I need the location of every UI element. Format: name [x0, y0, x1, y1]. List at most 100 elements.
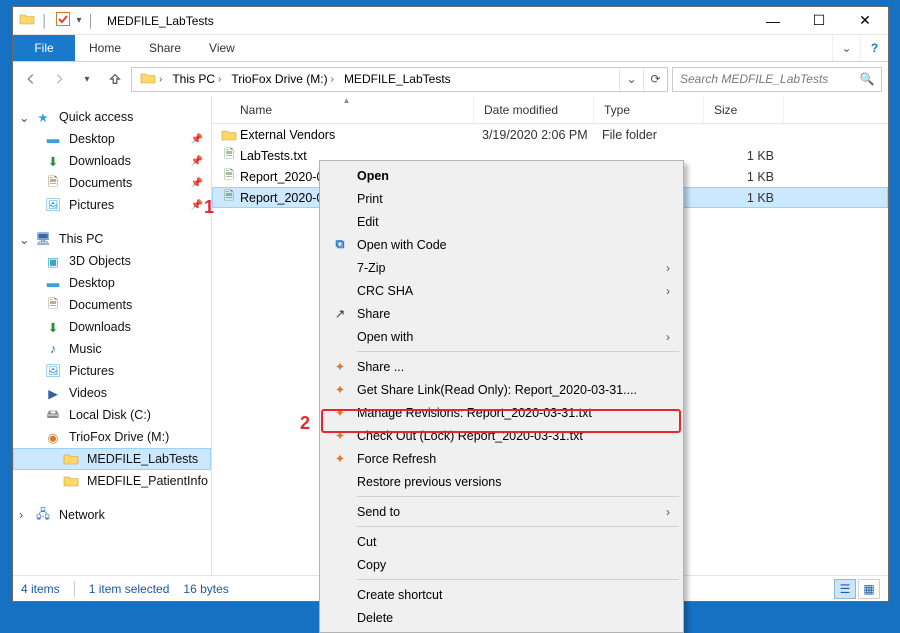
col-size[interactable]: Size: [704, 96, 784, 123]
txt-icon: 🗎: [220, 166, 238, 187]
col-name[interactable]: Name ▲: [212, 96, 474, 123]
back-button[interactable]: [19, 67, 43, 91]
ctx-tf-revisions[interactable]: ✦Manage Revisions: Report_2020-03-31.txt: [323, 401, 680, 424]
crumb-drive[interactable]: TrioFox Drive (M:)›: [227, 72, 338, 86]
sep-icon: │: [88, 14, 96, 28]
annotation-two: 2: [300, 413, 310, 434]
pc-icon: 🖥: [35, 231, 51, 247]
ctx-print[interactable]: Print: [323, 187, 680, 210]
network-header[interactable]: › 🖧 Network: [13, 504, 211, 526]
ctx-restore[interactable]: Restore previous versions: [323, 470, 680, 493]
ctx-tf-share[interactable]: ✦Share ...: [323, 355, 680, 378]
folder-icon: [140, 70, 156, 89]
triofox-icon: ✦: [331, 358, 349, 376]
chevron-right-icon[interactable]: ›: [19, 508, 23, 522]
this-pc-header[interactable]: ⌄ 🖥 This PC: [13, 228, 211, 250]
nav-row: ▾ › This PC› TrioFox Drive (M:)› MEDFILE…: [13, 62, 888, 96]
ctx-tf-refresh[interactable]: ✦Force Refresh: [323, 447, 680, 470]
pc-triofox-drive[interactable]: ◉TrioFox Drive (M:): [13, 426, 211, 448]
annotation-one: 1: [204, 197, 214, 218]
up-button[interactable]: [103, 67, 127, 91]
triofox-icon: ✦: [331, 381, 349, 399]
ctx-tf-link[interactable]: ✦Get Share Link(Read Only): Report_2020-…: [323, 378, 680, 401]
view-icons-button[interactable]: ▦: [858, 579, 880, 599]
tab-share[interactable]: Share: [135, 35, 195, 61]
pc-music[interactable]: ♪Music: [13, 338, 211, 360]
search-placeholder: Search MEDFILE_LabTests: [677, 72, 857, 86]
file-tab-button[interactable]: File: [13, 35, 75, 61]
qa-documents[interactable]: 🗎Documents📌: [13, 172, 211, 194]
ctx-open[interactable]: Open: [323, 164, 680, 187]
txt-icon: 🗎: [220, 145, 238, 166]
ctx-open-code[interactable]: ⧉Open with Code: [323, 233, 680, 256]
star-icon: ★: [35, 109, 51, 125]
status-selected: 1 item selected: [89, 582, 170, 596]
dropdown-icon[interactable]: ▾: [77, 15, 82, 26]
chevron-down-icon[interactable]: ⌄: [19, 232, 29, 247]
share-icon: ↗: [331, 305, 349, 323]
triofox-icon: ✦: [331, 450, 349, 468]
qa-pictures[interactable]: 🖼Pictures📌: [13, 194, 211, 216]
pc-local-disk[interactable]: 🖴Local Disk (C:): [13, 404, 211, 426]
column-headers: Name ▲ Date modified Type Size: [212, 96, 888, 124]
ctx-crcsha[interactable]: CRC SHA›: [323, 279, 680, 302]
view-details-button[interactable]: ☰: [834, 579, 856, 599]
ribbon-tabs: File Home Share View ⌄ ?: [13, 35, 888, 62]
maximize-button[interactable]: ☐: [796, 7, 842, 35]
pc-downloads[interactable]: ⬇Downloads: [13, 316, 211, 338]
chevron-right-icon: ›: [666, 284, 670, 298]
qa-desktop[interactable]: ▬Desktop📌: [13, 128, 211, 150]
file-row-folder[interactable]: External Vendors 3/19/2020 2:06 PM File …: [212, 124, 888, 145]
ctx-send-to[interactable]: Send to›: [323, 500, 680, 523]
ctx-cut[interactable]: Cut: [323, 530, 680, 553]
pc-documents[interactable]: 🗎Documents: [13, 294, 211, 316]
close-button[interactable]: ✕: [842, 7, 888, 35]
network-icon: 🖧: [35, 507, 51, 523]
ctx-copy[interactable]: Copy: [323, 553, 680, 576]
help-icon[interactable]: ?: [860, 35, 888, 61]
recent-dropdown-icon[interactable]: ▾: [75, 67, 99, 91]
ctx-tf-checkout[interactable]: ✦Check Out (Lock) Report_2020-03-31.txt: [323, 424, 680, 447]
refresh-icon[interactable]: ⟳: [643, 68, 667, 91]
pin-icon: 📌: [191, 134, 203, 145]
address-bar[interactable]: › This PC› TrioFox Drive (M:)› MEDFILE_L…: [131, 67, 668, 92]
checkbox-icon[interactable]: [55, 11, 71, 30]
txt-icon: 🗎: [220, 187, 238, 208]
triofox-icon: ✦: [331, 427, 349, 445]
pin-icon: 📌: [191, 200, 203, 211]
pc-desktop[interactable]: ▬Desktop: [13, 272, 211, 294]
search-icon[interactable]: 🔍: [857, 72, 877, 86]
status-count: 4 items: [21, 582, 60, 596]
qa-downloads[interactable]: ⬇Downloads📌: [13, 150, 211, 172]
pc-3d[interactable]: ▣3D Objects: [13, 250, 211, 272]
ctx-edit[interactable]: Edit: [323, 210, 680, 233]
nav-medfile-labtests[interactable]: MEDFILE_LabTests: [13, 448, 211, 470]
col-date[interactable]: Date modified: [474, 96, 594, 123]
crumb-this-pc[interactable]: This PC›: [168, 72, 225, 86]
search-box[interactable]: Search MEDFILE_LabTests 🔍: [672, 67, 882, 92]
ctx-open-with[interactable]: Open with›: [323, 325, 680, 348]
address-dropdown-icon[interactable]: ⌄: [619, 68, 643, 91]
crumb-folder[interactable]: MEDFILE_LabTests: [340, 72, 455, 86]
chevron-right-icon: ›: [666, 330, 670, 344]
col-type[interactable]: Type: [594, 96, 704, 123]
ctx-create-shortcut[interactable]: Create shortcut: [323, 583, 680, 606]
chevron-right-icon: ›: [666, 505, 670, 519]
pc-pictures[interactable]: 🖼Pictures: [13, 360, 211, 382]
pc-videos[interactable]: ▶Videos: [13, 382, 211, 404]
tab-home[interactable]: Home: [75, 35, 135, 61]
titlebar: │ ▾ │ MEDFILE_LabTests — ☐ ✕: [13, 7, 888, 35]
tab-view[interactable]: View: [195, 35, 249, 61]
sort-asc-icon: ▲: [343, 96, 351, 105]
ctx-delete[interactable]: Delete: [323, 606, 680, 629]
chevron-down-icon[interactable]: ⌄: [19, 110, 29, 125]
vscode-icon: ⧉: [331, 236, 349, 254]
ctx-7zip[interactable]: 7-Zip›: [323, 256, 680, 279]
ribbon-expand-icon[interactable]: ⌄: [832, 35, 860, 61]
forward-button[interactable]: [47, 67, 71, 91]
ctx-share[interactable]: ↗Share: [323, 302, 680, 325]
minimize-button[interactable]: —: [750, 7, 796, 35]
quick-access-header[interactable]: ⌄ ★ Quick access: [13, 106, 211, 128]
nav-medfile-patientinfo[interactable]: MEDFILE_PatientInfo: [13, 470, 211, 492]
qat-sep-icon: │: [41, 14, 49, 28]
